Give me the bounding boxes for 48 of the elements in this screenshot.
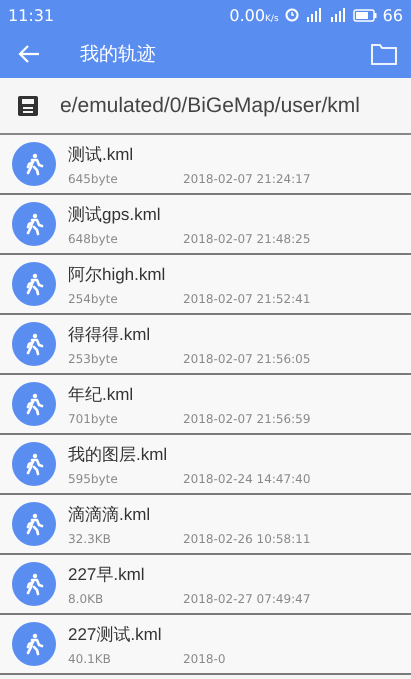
file-name: 年纪.kml (68, 384, 134, 406)
battery-icon (352, 8, 377, 22)
file-row[interactable]: 年纪.kml 701byte 2018-02-07 21:56:59 (0, 375, 411, 435)
file-size: 32.3KB (68, 532, 112, 546)
file-date: 2018-02-07 21:48:25 (183, 232, 310, 246)
file-size: 701byte (68, 412, 119, 426)
file-name: 227早.kml (68, 564, 146, 586)
back-arrow-icon[interactable] (18, 44, 40, 64)
file-row[interactable]: 得得得.kml 253byte 2018-02-07 21:56:05 (0, 315, 411, 375)
file-date: 2018-02-27 07:49:47 (183, 592, 310, 606)
file-name: 227测试.kml (68, 624, 163, 646)
file-row[interactable]: 227测试.kml 40.1KB 2018-0 (0, 615, 411, 675)
file-row[interactable]: 我的图层.kml 595byte 2018-02-24 14:47:40 (0, 435, 411, 495)
signal-icon (328, 8, 347, 22)
file-date: 2018-02-07 21:52:41 (183, 292, 310, 306)
file-name: 测试gps.kml (68, 204, 162, 226)
folder-icon[interactable] (371, 43, 397, 65)
file-name: 测试.kml (68, 144, 134, 166)
file-date: 2018-02-07 21:24:17 (183, 172, 310, 186)
file-date: 2018-02-26 10:58:11 (183, 532, 310, 546)
file-date: 2018-0 (183, 652, 226, 666)
network-speed: 0.00K/s (229, 6, 279, 24)
file-row[interactable]: 测试.kml 645byte 2018-02-07 21:24:17 (0, 135, 411, 195)
file-size: 648byte (68, 232, 119, 246)
folder-path: e/emulated/0/BiGeMap/user/kml (60, 94, 360, 118)
signal-icon (304, 8, 323, 22)
file-size: 595byte (68, 472, 119, 486)
file-date: 2018-02-07 21:56:59 (183, 412, 310, 426)
file-row[interactable]: 测试gps.kml 648byte 2018-02-07 21:48:25 (0, 195, 411, 255)
file-size: 40.1KB (68, 652, 112, 666)
screen-title: 我的轨迹 (80, 42, 157, 67)
file-row[interactable]: 阿尔high.kml 254byte 2018-02-07 21:52:41 (0, 255, 411, 315)
file-size: 254byte (68, 292, 119, 306)
file-name: 阿尔high.kml (68, 264, 166, 286)
file-size: 645byte (68, 172, 119, 186)
file-row[interactable]: 滴滴滴.kml 32.3KB 2018-02-26 10:58:11 (0, 495, 411, 555)
file-size: 8.0KB (68, 592, 104, 606)
save-icon (18, 96, 38, 116)
file-row[interactable]: 227早.kml 8.0KB 2018-02-27 07:49:47 (0, 555, 411, 615)
file-date: 2018-02-07 21:56:05 (183, 352, 310, 366)
file-name: 滴滴滴.kml (68, 504, 152, 526)
file-name: 我的图层.kml (68, 444, 168, 466)
alarm-icon (284, 8, 299, 22)
battery-level: 66 (382, 6, 403, 24)
file-date: 2018-02-24 14:47:40 (183, 472, 310, 486)
status-time: 11:31 (8, 6, 54, 24)
file-name: 得得得.kml (68, 324, 152, 346)
file-size: 253byte (68, 352, 119, 366)
